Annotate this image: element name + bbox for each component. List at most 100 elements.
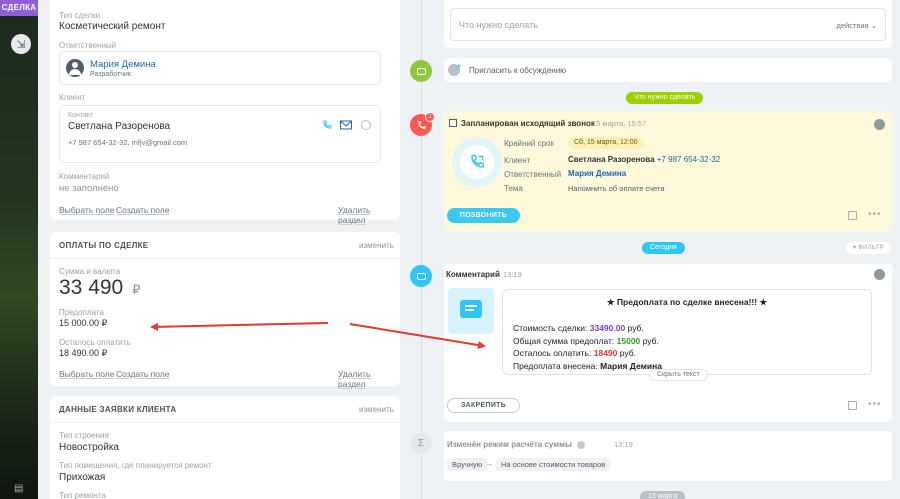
chat-bubble-icon [410,60,432,82]
help-icon[interactable] [577,440,586,449]
building-value[interactable]: Новостройка [59,442,119,453]
room-label: Тип помещения, где планируется ремонт [59,461,212,470]
line3-label: Осталось оплатить: [513,348,592,358]
chat-icon[interactable] [361,120,371,130]
line3-value: 18490 [593,348,618,358]
line2-label: Общая сумма предоплат: [513,335,615,346]
pin-button[interactable]: ЗАКРЕПИТЬ [447,398,520,413]
sum-label: Сумма и валюта [59,267,121,276]
call-complete-checkbox[interactable] [449,119,457,127]
call-client: Светлана Разоренова +7 987 654-32-32 [568,155,720,164]
print-icon[interactable]: ▤ [14,483,23,494]
invite-label: Пригласить к обсуждению [469,66,567,75]
comment-line-4: Предоплата внесена: Мария Демина [513,360,662,373]
todo-input[interactable]: Что нужно сделать действия ⌄ [450,8,886,41]
client-request-card: ДАННЫЕ ЗАЯВКИ КЛИЕНТА изменить Тип строе… [50,396,400,499]
call-client-phone[interactable]: +7 987 654-32-32 [657,155,720,164]
call-responsible-label: Ответственный [504,170,562,179]
call-topic-value: Напомнить об оплате счета [568,184,665,193]
arrow-right-icon: → [485,459,493,468]
phone-icon[interactable] [322,120,332,130]
line4-label: Предоплата внесена: [513,360,598,371]
call-client-name[interactable]: Светлана Разоренова [568,155,655,164]
mode-change-title: Изменён режим расчёта суммы [447,440,586,449]
comment-line-3: Осталось оплатить: 18490 руб. [513,347,662,360]
responsible-label: Ответственный [59,41,117,50]
deal-details-column: Тип сделки Косметический ремонт Ответств… [38,0,410,499]
contact-label: Контакт [68,112,94,119]
todo-section-pill: Что нужно сделать [626,92,704,104]
deadline-value[interactable]: Сб, 15 марта, 12:00 [568,137,644,149]
sum-currency: ₽ [132,282,141,297]
responsible-box: Мария Демина Разработчик [59,51,381,85]
room-value[interactable]: Прихожая [59,472,105,483]
prepay-value[interactable]: 15 000.00 ₽ [59,318,107,329]
responsible-role: Разработчик [90,71,131,78]
comment-text-box: ★ Предоплата по сделке внесена!!! ★ Стои… [502,289,872,381]
payments-select-field-link[interactable]: Выбрать поле [59,369,114,379]
comment-title: Комментарий [446,270,500,279]
more-icon[interactable]: ••• [868,209,882,220]
line3-unit: руб. [619,348,636,358]
payments-create-field-link[interactable]: Создать поле [116,369,170,379]
select-field-link[interactable]: Выбрать поле [59,205,114,215]
call-button[interactable]: ПОЗВОНИТЬ [447,208,520,223]
payments-delete-section-link[interactable]: Удалить раздел [338,369,400,389]
filter-label: ФИЛЬТР [858,245,884,251]
todo-placeholder: Что нужно сделать [459,20,538,30]
comment-value[interactable]: не заполнено [59,183,119,194]
deal-type-value[interactable]: Косметический ремонт [59,21,165,32]
note-icon[interactable] [848,211,857,220]
deal-info-card: Тип сделки Косметический ремонт Ответств… [50,0,400,225]
invite-card[interactable]: + Пригласить к обсуждению [444,58,892,82]
comment-body: Стоимость сделки: 33490.00 руб. Общая су… [513,322,662,372]
call-title: Запланирован исходящий звонок [461,119,595,128]
contact-name[interactable]: Светлана Разоренова [68,121,170,132]
create-field-link[interactable]: Создать поле [116,205,170,215]
client-request-edit[interactable]: изменить [359,405,394,414]
left-strip: СДЕЛКА ⇲ ▤ [0,0,38,499]
sigma-icon: Σ [410,432,432,454]
comment-time: 13:19 [503,270,522,279]
comment-line-2: Общая сумма предоплат: 15000 руб. [513,335,662,348]
comment-author-avatar [874,269,885,280]
hide-text-button[interactable]: Скрыть текст [649,369,708,381]
comment-card: Комментарий 13:19 ★ Предоплата по сделке… [444,264,892,422]
comment-line-1: Стоимость сделки: 33490.00 руб. [513,322,662,335]
delete-section-link[interactable]: Удалить раздел [338,205,400,225]
responsible-name[interactable]: Мария Демина [90,59,156,70]
timeline-column: Что нужно сделать действия ⌄ + Пригласит… [410,0,900,499]
contact-details: +7 987 654-32-32, mfjv@gmail.com [68,138,188,147]
actions-dropdown[interactable]: действия ⌄ [836,21,877,30]
mail-icon[interactable] [340,120,352,130]
call-responsible-avatar [874,119,885,130]
deadline-text: Сб, 15 марта, 12:00 [574,139,638,146]
call-responsible-value[interactable]: Мария Демина [568,169,626,178]
remaining-label: Осталось оплатить [59,338,131,347]
sum-value[interactable]: 33 490 ₽ [59,276,140,300]
comment-activity-icon [410,265,432,287]
call-count-badge: 1 [425,112,435,122]
comment-label: Комментарий [59,172,110,181]
remaining-value[interactable]: 18 490.00 ₽ [59,348,107,359]
deadline-label: Крайний срок [504,139,555,148]
comment-big-icon [448,288,494,334]
chevron-down-icon: ⌄ [870,21,877,30]
actions-label: действия [836,21,869,30]
payments-edit[interactable]: изменить [359,241,394,250]
line1-unit: руб. [627,323,644,333]
comment-note-icon[interactable] [848,401,857,410]
payments-card: ОПЛАТЫ ПО СДЕЛКЕ изменить Сумма и валюта… [50,232,400,389]
line1-label: Стоимость сделки: [513,323,588,333]
date-pill: 13 марта [640,491,686,499]
mode-to-tag: На основе стоимости товаров [496,458,611,471]
deal-tag[interactable]: СДЕЛКА [0,0,38,16]
collapse-icon[interactable]: ⇲ [11,34,31,54]
line1-value: 33490.00 [589,323,626,333]
line2-unit: руб. [642,335,659,346]
filter-button[interactable]: ▾ ФИЛЬТР [846,242,891,254]
client-label: Клиент [59,93,86,102]
call-activity-card: Запланирован исходящий звонок 15 марта, … [444,111,892,231]
building-label: Тип строения [59,431,109,440]
comment-more-icon[interactable]: ••• [868,399,882,410]
